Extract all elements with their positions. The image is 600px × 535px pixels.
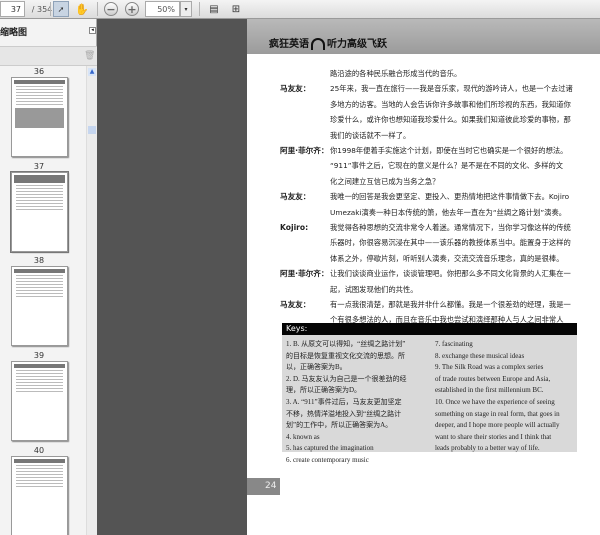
dialogue-text: 25年来，我一直在旅行——我是音乐家，现代的游吟诗人，也是一个去过诸 — [330, 84, 573, 94]
fit-width-button[interactable]: ⊞ — [230, 1, 242, 17]
key-line: 7. fascinating — [435, 340, 473, 348]
key-line: 9. The Silk Road was a complex series — [435, 363, 544, 372]
collapse-panel-button[interactable]: ◂ — [89, 27, 96, 34]
key-line: 理，所以正确答案为D。 — [286, 386, 362, 395]
header-title: 疯狂英语 听力高级飞跃 — [269, 35, 387, 50]
dialogue-text: 体系之外，停歇片刻，听听别人演奏，交流交流音乐理念，真的是很棒。 — [330, 253, 564, 263]
thumbnail-label: 36 — [33, 67, 45, 76]
key-line: 2. D. 马友友认为自己是一个很差劲的经 — [286, 374, 407, 383]
dialogue-text: 起，试图发现他们的共性。 — [330, 284, 418, 294]
fit-page-icon: ▤ — [209, 3, 219, 15]
key-line: deeper, and I hope more people will actu… — [435, 421, 560, 430]
thumbnail-label: 39 — [33, 351, 45, 360]
key-line: want to share their stories and I think … — [435, 432, 552, 441]
select-tool-button[interactable]: ➚ — [53, 1, 69, 17]
header-right-text: 听力高级飞跃 — [327, 39, 387, 50]
zoom-level-input[interactable]: 50% — [145, 1, 180, 17]
keys-left-column: 1. B. 从原文可以得知，“丝绸之路计划” 的目标是恢复重视文化交流的思想。所以… — [286, 339, 407, 467]
toolbar: 37 / 354 ➚ ✋ − + 50% ▾ ▤ ⊞ — [0, 0, 600, 19]
thumbnail-page-40[interactable] — [11, 456, 68, 535]
dialogue-text: 多地方的访客。当地的人会告诉你许多故事和他们所珍视的东西，我知道你 — [330, 99, 571, 109]
zoom-dropdown-button[interactable]: ▾ — [180, 1, 192, 17]
thumbnail-label: 37 — [33, 162, 45, 171]
thumbnail-page-37[interactable] — [10, 171, 69, 253]
fit-width-icon: ⊞ — [231, 3, 241, 15]
dialogue-text: 我唯一的回答是我会更坚定、更投入、更热情地把这件事情做下去。Kojiro — [330, 192, 570, 202]
speaker-label: 马友友： — [280, 84, 311, 94]
keys-heading: Keys: — [282, 323, 577, 335]
header-left-text: 疯狂英语 — [269, 39, 309, 50]
dialogue-text: 让我们谈谈商业运作，谈谈管理吧。你把那么多不同文化背景的人汇集在一 — [330, 269, 571, 279]
dialogue-text: “911”事件之后，它现在的意义是什么？是不是在不同的文化、多样的文 — [330, 161, 564, 171]
zoom-in-button[interactable]: + — [125, 2, 139, 16]
thumbnail-label: 38 — [33, 256, 45, 265]
zoom-out-button[interactable]: − — [104, 2, 118, 16]
thumbnail-label: 40 — [33, 446, 45, 455]
dialogue-text: Umezaki演奏一种日本传统的箫，他去年一直在为“丝绸之路计划”演奏。 — [330, 207, 567, 217]
key-line: 1. B. 从原文可以得知，“丝绸之路计划” — [286, 340, 406, 348]
keys-right-column: 7. fascinating 8. exchange these musical … — [435, 339, 560, 455]
hand-tool-button[interactable]: ✋ — [74, 1, 90, 17]
scroll-up-icon[interactable]: ▲ — [88, 68, 96, 76]
scrollbar-thumb[interactable] — [88, 126, 96, 134]
dialogue-text: 有一点我很清楚，那就是我并非什么都懂。我是一个很差劲的经理，我是一 — [330, 300, 571, 309]
hand-icon: ✋ — [75, 2, 89, 16]
key-line: 3. A. “911”事件过后，马友友更加坚定 — [286, 397, 402, 406]
thumbnail-page-39[interactable] — [11, 361, 68, 441]
key-line: leads probably to a better way of life. — [435, 444, 540, 453]
panel-title: 缩略图 — [0, 28, 28, 38]
key-line: 10. Once we have the experience of seein… — [435, 397, 555, 406]
minus-icon: − — [106, 2, 116, 16]
key-line: 划”的工作中，所以正确答案为A。 — [286, 421, 393, 430]
key-line: 6. create contemporary music — [286, 455, 369, 464]
key-line: 的目标是恢复重视文化交流的思想。所 — [286, 351, 405, 360]
dialogue-text: 我觉得各种思想的交流非常令人着迷。通常情况下，当你学习像这样的传统 — [330, 223, 571, 232]
dialogue-text: 化之间建立互信已成为当务之急？ — [330, 176, 440, 186]
document-page: 疯狂英语 听力高级飞跃 路沿途的各种民乐融合形成当代的音乐。马友友： 25年来，我一… — [247, 19, 600, 535]
thumbnail-page-38[interactable] — [11, 266, 68, 346]
answer-keys-box: Keys: 1. B. 从原文可以得知，“丝绸之路计划” 的目标是恢复重视文化交流… — [282, 323, 577, 464]
key-line: 不移，热情洋溢地投入到“丝绸之路计 — [286, 409, 402, 418]
page-number-input[interactable]: 37 — [0, 1, 25, 17]
key-line: 8. exchange these musical ideas — [435, 351, 525, 360]
speaker-label: 阿里·菲尔齐： — [280, 146, 329, 155]
dialogue-text: 路沿途的各种民乐融合形成当代的音乐。 — [330, 69, 462, 78]
key-line: 以，正确答案为B。 — [286, 363, 347, 372]
speaker-label: 阿里·菲尔齐： — [280, 269, 329, 279]
cursor-icon: ➚ — [57, 4, 65, 14]
speaker-label: 马友友： — [280, 300, 311, 309]
page-number: 24 — [247, 478, 280, 495]
dialogue-text: 珍爱什么，或许你也想知道我珍爱什么。如果我们知道彼此珍爱的事物，那 — [330, 115, 571, 125]
panel-toolbar: 🗑 — [0, 46, 97, 66]
dialogue-text: 乐器时，你很容易沉浸在其中——该乐器的教授体系当中。能置身于这样的 — [330, 238, 571, 248]
separator — [199, 2, 200, 16]
thumbnail-scrollbar[interactable]: ▲ — [86, 66, 97, 535]
dialogue-text: 你1998年便着手实施这个计划，即使在当时它也确实是一个很好的想法。 — [330, 146, 568, 155]
speaker-label: 马友友： — [280, 192, 311, 202]
key-line: of trade routes between Europe and Asia, — [435, 374, 551, 383]
separator — [50, 2, 51, 16]
separator — [97, 2, 98, 16]
thumbnail-page-36[interactable] — [11, 77, 68, 157]
key-line: 4. known as — [286, 432, 320, 441]
speaker-label: Kojiro: — [280, 223, 309, 232]
trash-icon[interactable]: 🗑 — [84, 51, 95, 61]
thumbnails-panel: 缩略图 ◂ 🗑 36 37 38 39 40 ▲ — [0, 19, 97, 535]
key-line: established in the first millennium BC. — [435, 386, 544, 395]
dialogue-text: 我们的谈话就不一样了。 — [330, 130, 411, 140]
page-header: 疯狂英语 听力高级飞跃 — [247, 19, 600, 54]
headphones-icon — [311, 38, 325, 50]
fit-page-button[interactable]: ▤ — [208, 1, 220, 17]
thumbnail-list: 36 37 38 39 40 — [0, 66, 86, 535]
key-line: something on stage in real form, that go… — [435, 409, 560, 418]
key-line: 5. has captured the imagination — [286, 444, 374, 453]
page-total: / 354 — [31, 4, 53, 14]
plus-icon: + — [127, 2, 137, 16]
